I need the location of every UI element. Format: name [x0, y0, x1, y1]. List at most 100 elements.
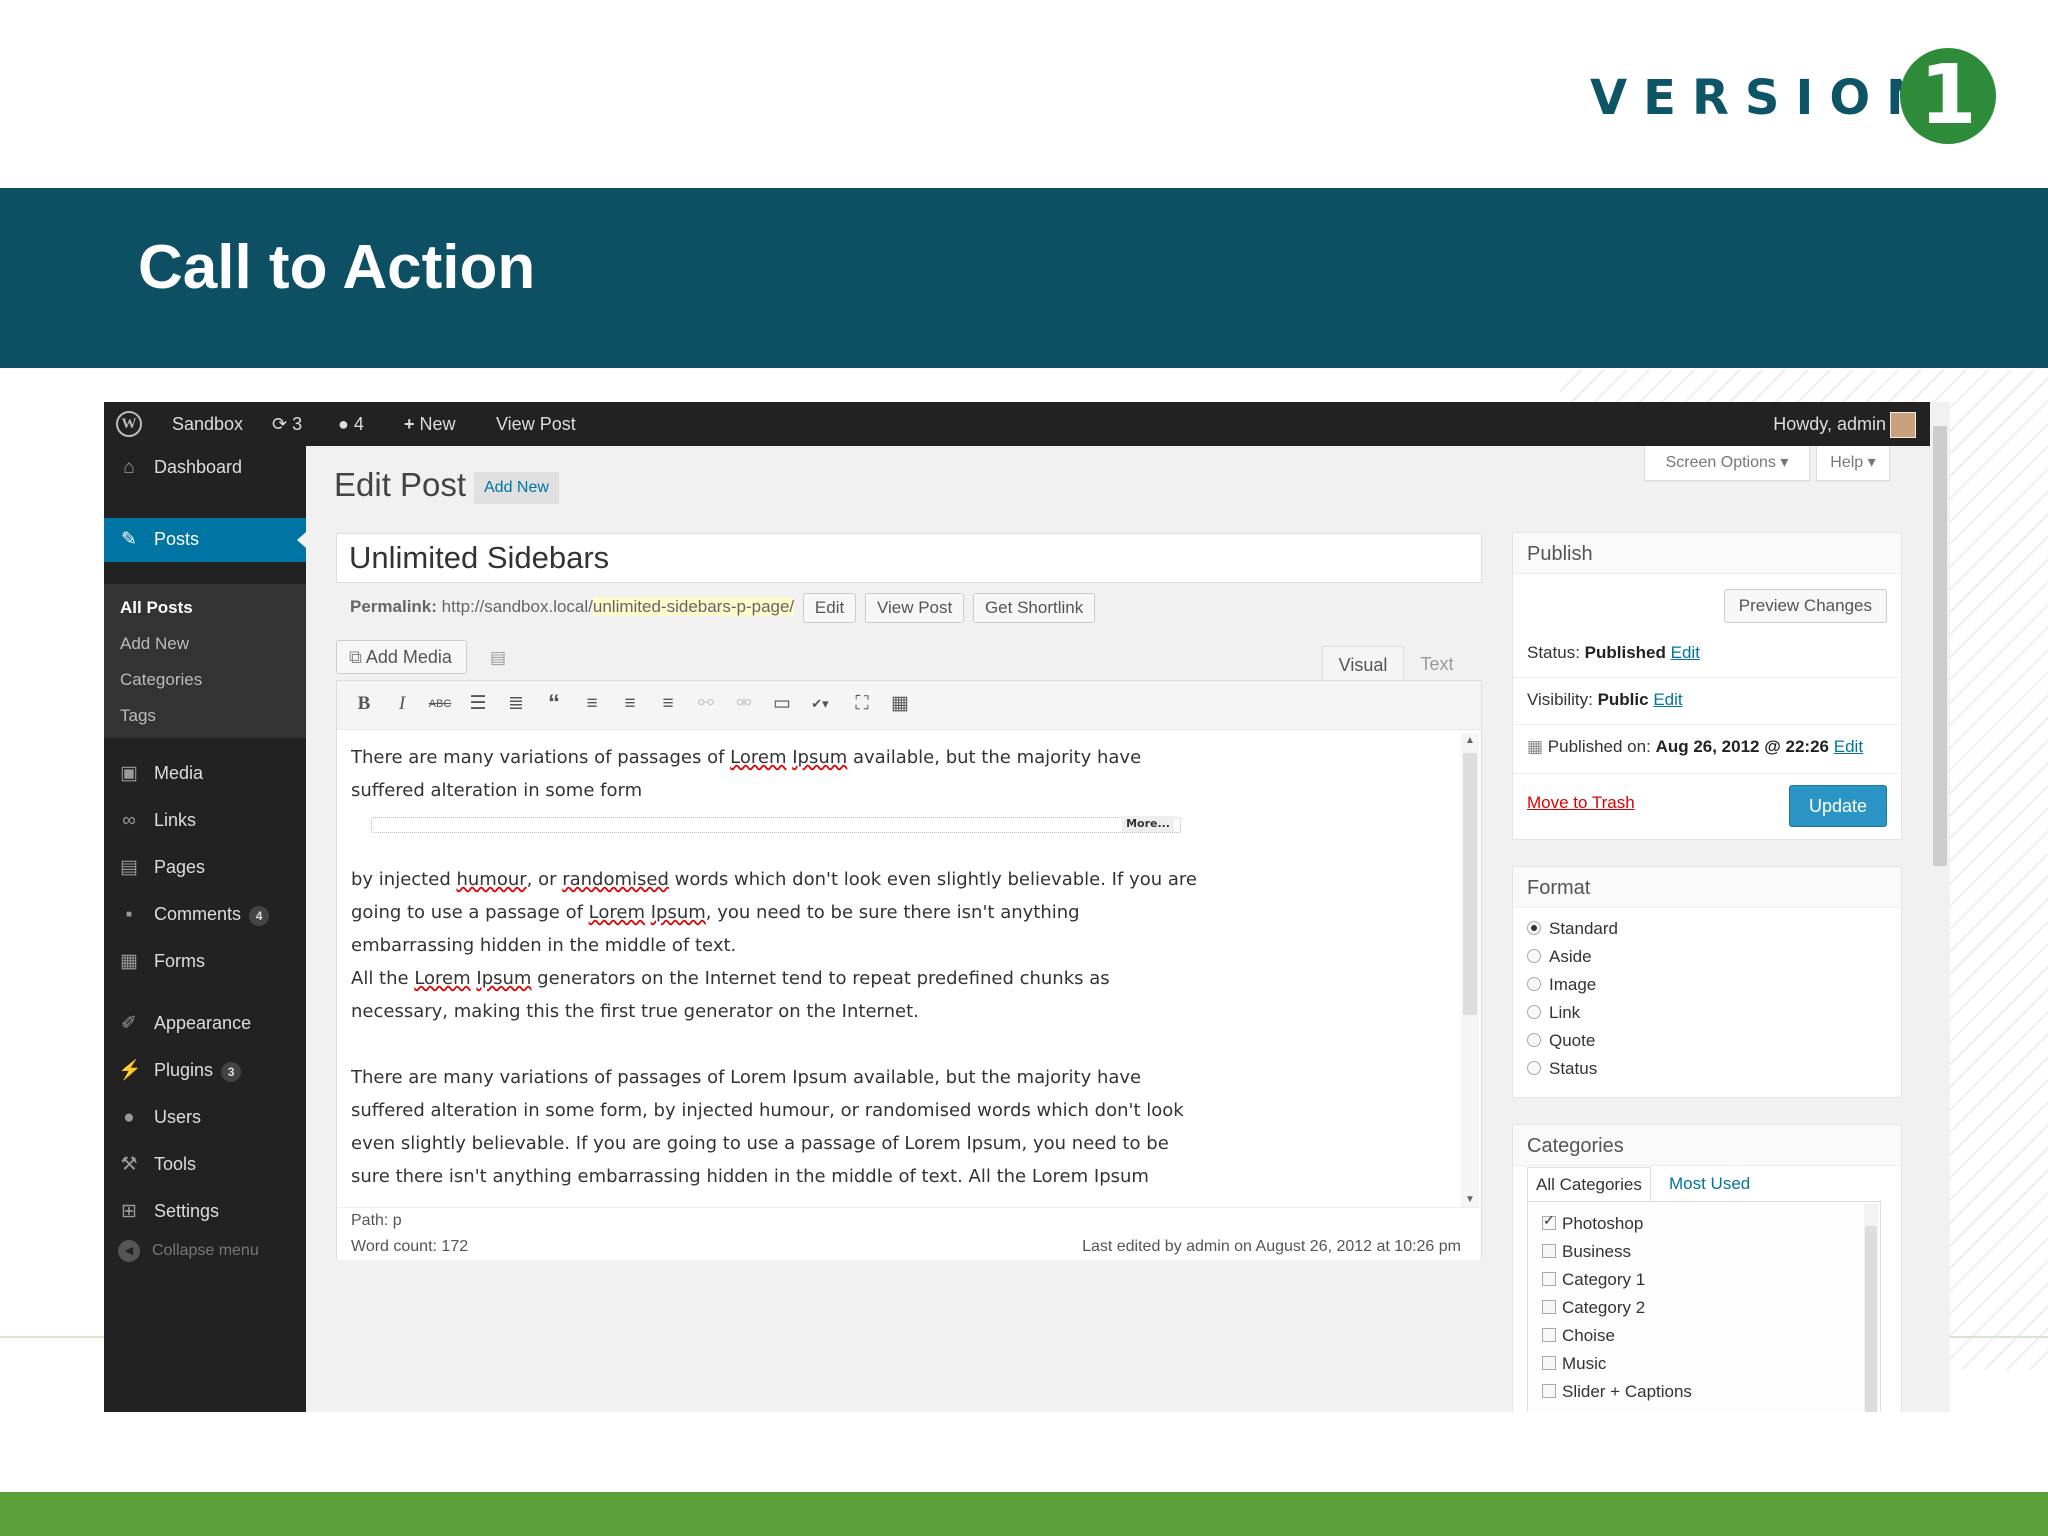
sidebar-item-media[interactable]: ▣ Media [104, 752, 306, 796]
align-center-icon[interactable]: ≡ [617, 691, 643, 717]
blockquote-icon[interactable]: “ [541, 691, 567, 717]
format-option-aside[interactable]: Aside [1527, 947, 1592, 967]
sidebar-item-plugins[interactable]: ⚡ Plugins 3 [104, 1049, 306, 1093]
checkbox[interactable] [1542, 1327, 1556, 1342]
form-insert-icon[interactable]: ▤ [490, 648, 506, 668]
submenu-categories[interactable]: Categories [120, 670, 202, 690]
tab-all-categories[interactable]: All Categories [1527, 1167, 1651, 1202]
sidebar-item-pages[interactable]: ▤ Pages [104, 846, 306, 890]
spellcheck-icon[interactable]: ✔▾ [807, 691, 833, 717]
format-option-standard[interactable]: Standard [1527, 919, 1618, 939]
submenu-tags[interactable]: Tags [120, 706, 156, 726]
editor-scrollbar-thumb[interactable] [1463, 753, 1477, 1015]
view-post-link[interactable]: View Post [496, 402, 576, 446]
numbered-list-icon[interactable]: ≣ [503, 691, 529, 717]
radio-button[interactable] [1527, 1060, 1541, 1075]
update-button[interactable]: Update [1789, 785, 1887, 827]
new-content-link[interactable]: + New [404, 402, 456, 446]
editor-content[interactable]: There are many variations of passages of… [351, 741, 1201, 1206]
bold-icon[interactable]: B [351, 691, 377, 717]
visibility-value: Public [1597, 690, 1649, 709]
more-tag-divider[interactable]: More... [371, 816, 1181, 833]
radio-button[interactable] [1527, 1004, 1541, 1019]
radio-button[interactable] [1527, 948, 1541, 963]
help-button[interactable]: Help ▾ [1816, 446, 1890, 481]
italic-icon[interactable]: I [389, 691, 415, 717]
radio-button[interactable] [1527, 920, 1541, 935]
sidebar-item-posts[interactable]: ✎ Posts [104, 518, 306, 562]
category-item[interactable]: Music [1542, 1354, 1606, 1374]
page-scrollbar[interactable] [1930, 402, 1950, 1412]
view-post-button[interactable]: View Post [864, 592, 965, 623]
align-left-icon[interactable]: ≡ [579, 691, 605, 717]
category-item[interactable]: Choise [1542, 1326, 1615, 1346]
howdy-account-link[interactable]: Howdy, admin [1773, 402, 1886, 446]
add-new-button[interactable]: Add New [474, 472, 559, 504]
sidebar-item-settings[interactable]: ⊞ Settings [104, 1190, 306, 1234]
format-option-link[interactable]: Link [1527, 1003, 1580, 1023]
site-name-link[interactable]: Sandbox [172, 402, 243, 446]
add-media-button[interactable]: ⧉ Add Media [336, 640, 467, 674]
align-right-icon[interactable]: ≡ [655, 691, 681, 717]
format-option-quote[interactable]: Quote [1527, 1031, 1595, 1051]
insert-more-icon[interactable]: ▭ [769, 691, 795, 717]
format-option-image[interactable]: Image [1527, 975, 1596, 995]
wordpress-logo-icon[interactable]: W [116, 411, 142, 437]
sidebar-item-links[interactable]: ∞ Links [104, 799, 306, 843]
checkbox[interactable] [1542, 1299, 1556, 1314]
sidebar-item-forms[interactable]: ▦ Forms [104, 940, 306, 984]
edit-visibility-link[interactable]: Edit [1653, 690, 1682, 709]
radio-button[interactable] [1527, 1032, 1541, 1047]
category-item[interactable]: Photoshop [1542, 1212, 1643, 1234]
sidebar-item-users[interactable]: ● Users [104, 1096, 306, 1140]
category-item[interactable]: Category 1 [1542, 1270, 1645, 1290]
kitchen-sink-icon[interactable]: ▦ [887, 691, 913, 717]
category-scrollbar[interactable] [1864, 1204, 1878, 1412]
category-item[interactable]: Slider + Captions [1542, 1382, 1692, 1402]
editor-scrollbar[interactable]: ▲ ▼ [1461, 733, 1479, 1207]
sidebar-item-comments[interactable]: ▪ Comments 4 [104, 893, 306, 937]
unlink-icon[interactable]: ⚮ [731, 691, 757, 717]
screen-options-button[interactable]: Screen Options ▾ [1644, 446, 1810, 481]
edit-status-link[interactable]: Edit [1671, 643, 1700, 662]
scroll-up-arrow-icon[interactable]: ▲ [1465, 735, 1475, 746]
checkbox[interactable] [1542, 1383, 1556, 1398]
checkbox[interactable] [1542, 1271, 1556, 1286]
move-to-trash-link[interactable]: Move to Trash [1527, 793, 1635, 813]
collapse-menu-button[interactable]: ◀ Collapse menu [118, 1240, 259, 1262]
edit-permalink-button[interactable]: Edit [802, 592, 857, 623]
get-shortlink-button[interactable]: Get Shortlink [972, 592, 1096, 623]
bullet-list-icon[interactable]: ☰ [465, 691, 491, 717]
edit-date-link[interactable]: Edit [1834, 737, 1863, 756]
submenu-add-new[interactable]: Add New [120, 634, 189, 654]
category-item[interactable]: Business [1542, 1242, 1631, 1262]
page-scrollbar-thumb[interactable] [1933, 426, 1947, 866]
insert-link-icon[interactable]: ⚯ [693, 691, 719, 717]
post-title-input[interactable]: Unlimited Sidebars [336, 533, 1482, 583]
permalink-slug[interactable]: unlimited-sidebars-p-page/ [592, 597, 795, 616]
tab-text[interactable]: Text [1404, 646, 1470, 680]
sidebar-item-appearance[interactable]: ✐ Appearance [104, 1002, 306, 1046]
strikethrough-icon[interactable]: ABC [427, 691, 453, 717]
publish-box: Publish Preview Changes Status: Publishe… [1512, 532, 1902, 840]
submenu-all-posts[interactable]: All Posts [120, 598, 193, 618]
comments-link[interactable]: ● 4 [338, 402, 364, 446]
format-option-status[interactable]: Status [1527, 1059, 1597, 1079]
checkbox[interactable] [1542, 1355, 1556, 1370]
checkbox[interactable] [1542, 1243, 1556, 1258]
tab-most-used[interactable]: Most Used [1661, 1167, 1758, 1201]
checkbox[interactable] [1542, 1212, 1556, 1230]
permalink-base: http://sandbox.local/ [441, 597, 593, 616]
tab-visual[interactable]: Visual [1322, 646, 1404, 681]
collapse-arrow-icon: ◀ [118, 1240, 140, 1262]
radio-button[interactable] [1527, 976, 1541, 991]
preview-changes-button[interactable]: Preview Changes [1723, 589, 1887, 623]
scroll-down-arrow-icon[interactable]: ▼ [1465, 1194, 1475, 1205]
sidebar-item-tools[interactable]: ⚒ Tools [104, 1143, 306, 1187]
category-scrollbar-thumb[interactable] [1865, 1226, 1877, 1412]
fullscreen-icon[interactable]: ⛶ [849, 691, 875, 717]
avatar[interactable] [1890, 412, 1916, 438]
updates-link[interactable]: ⟳ 3 [272, 402, 302, 446]
sidebar-item-dashboard[interactable]: ⌂ Dashboard [104, 446, 306, 490]
category-item[interactable]: Category 2 [1542, 1298, 1645, 1318]
